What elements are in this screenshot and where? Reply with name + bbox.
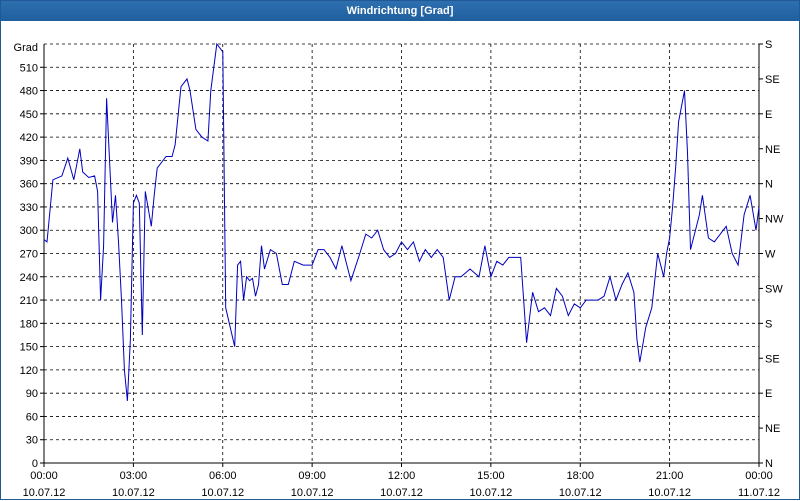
right-axis-label: N bbox=[765, 458, 773, 470]
x-tick-date: 10.07.12 bbox=[648, 487, 691, 499]
x-tick-date: 10.07.12 bbox=[201, 487, 244, 499]
y-tick-label: 90 bbox=[26, 388, 38, 400]
series-line bbox=[43, 42, 760, 401]
y-tick-label: 240 bbox=[20, 272, 38, 284]
x-tick-date: 10.07.12 bbox=[380, 487, 423, 499]
x-tick-date: 10.07.12 bbox=[291, 487, 334, 499]
y-tick-label: 150 bbox=[20, 342, 38, 354]
x-tick-time: 00:00 bbox=[745, 470, 773, 482]
y-tick-label: 390 bbox=[20, 155, 38, 167]
right-axis-label: N bbox=[765, 179, 773, 191]
x-tick-time: 15:00 bbox=[477, 470, 505, 482]
x-tick-time: 00:00 bbox=[30, 470, 58, 482]
x-tick-time: 06:00 bbox=[209, 470, 237, 482]
y-tick-label: 210 bbox=[20, 295, 38, 307]
right-axis-label: NE bbox=[765, 423, 780, 435]
x-tick-date: 10.07.12 bbox=[559, 487, 602, 499]
x-tick-date: 11.07.12 bbox=[738, 487, 780, 499]
right-axis-label: S bbox=[765, 39, 772, 51]
y-tick-label: 300 bbox=[20, 225, 38, 237]
right-axis-label: E bbox=[765, 109, 772, 121]
y-tick-label: 120 bbox=[20, 365, 38, 377]
right-axis-label: E bbox=[765, 388, 772, 400]
right-axis-label: SE bbox=[765, 74, 780, 86]
x-tick-time: 12:00 bbox=[388, 470, 416, 482]
chart-window: Windrichtung [Grad] 0 30 60 90 120 150 180 210 2… bbox=[0, 0, 800, 500]
y-tick-label: 180 bbox=[20, 318, 38, 330]
y-tick-label: 480 bbox=[20, 86, 38, 98]
y-tick-label: 510 bbox=[20, 62, 38, 74]
y-axis-label: Grad bbox=[14, 42, 38, 54]
y-tick-label: 360 bbox=[20, 179, 38, 191]
x-tick-time: 18:00 bbox=[566, 470, 594, 482]
right-axis-label: SE bbox=[765, 353, 780, 365]
x-tick-time: 21:00 bbox=[656, 470, 684, 482]
y-tick-label: 450 bbox=[20, 109, 38, 121]
right-axis-label: NE bbox=[765, 144, 780, 156]
y-tick-label: 330 bbox=[20, 202, 38, 214]
y-tick-label: 270 bbox=[20, 249, 38, 261]
y-tick-label: 30 bbox=[26, 435, 38, 447]
y-tick-label: 0 bbox=[32, 458, 38, 470]
x-tick-date: 10.07.12 bbox=[112, 487, 155, 499]
right-axis-label: W bbox=[765, 249, 776, 261]
y-tick-label: 60 bbox=[26, 411, 38, 423]
right-axis-label: SW bbox=[765, 283, 783, 295]
right-axis-label: NW bbox=[765, 214, 784, 226]
x-tick-time: 03:00 bbox=[120, 470, 148, 482]
x-tick-date: 10.07.12 bbox=[469, 487, 512, 499]
x-tick-time: 09:00 bbox=[298, 470, 326, 482]
x-tick-date: 10.07.12 bbox=[23, 487, 66, 499]
chart-plot: 0 30 60 90 120 150 180 210 240 270 300 330 360 390 420… bbox=[14, 39, 784, 499]
y-tick-label: 420 bbox=[20, 132, 38, 144]
right-axis-label: S bbox=[765, 318, 772, 330]
